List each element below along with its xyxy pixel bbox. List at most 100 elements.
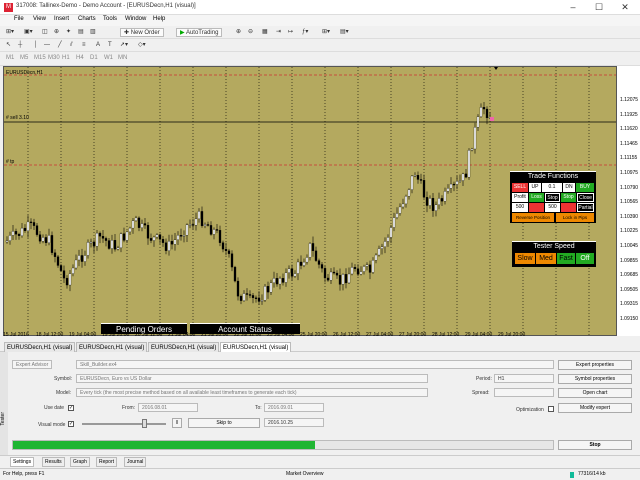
value-2-field[interactable]: 0 bbox=[561, 203, 576, 212]
spread-select[interactable] bbox=[494, 388, 554, 397]
speed-off-button[interactable]: Off bbox=[576, 253, 594, 264]
use-date-checkbox[interactable]: ✓ bbox=[68, 405, 74, 411]
trendline-icon[interactable]: ╱ bbox=[58, 41, 62, 50]
period-select[interactable]: H1 bbox=[494, 374, 554, 383]
expert-select[interactable]: Skill_Builder.ex4 bbox=[76, 360, 554, 369]
text-icon[interactable]: A bbox=[96, 41, 100, 50]
tab-graph[interactable]: Graph bbox=[70, 457, 90, 467]
value-field[interactable]: 500 bbox=[545, 203, 560, 212]
tab-results[interactable]: Results bbox=[42, 457, 65, 467]
profiles-icon[interactable]: ▣▾ bbox=[24, 28, 33, 37]
period-icon[interactable]: ⊞▾ bbox=[322, 28, 330, 37]
new-order-button[interactable]: ✚ New Order bbox=[120, 28, 164, 37]
horizontal-line-icon[interactable]: ― bbox=[44, 41, 50, 50]
navigator-icon[interactable]: ✦ bbox=[66, 28, 71, 37]
tab-settings[interactable]: Settings bbox=[10, 457, 35, 467]
menu-tools[interactable]: Tools bbox=[103, 16, 117, 22]
minimize-button[interactable]: – bbox=[560, 0, 586, 15]
chart-tabs: EURUSDecn,H1 (visual) EURUSDecn,H1 (visu… bbox=[0, 341, 640, 352]
speed-slider-handle[interactable] bbox=[142, 419, 147, 428]
lot-up-button[interactable]: UP bbox=[529, 183, 541, 192]
reverse-position-button[interactable]: Reverse Position bbox=[512, 213, 554, 222]
speed-fast-button[interactable]: Fast bbox=[557, 253, 575, 264]
chart-shift-icon[interactable]: ⇥ bbox=[276, 28, 281, 37]
menu-charts[interactable]: Charts bbox=[78, 16, 96, 22]
timeframe-h1[interactable]: H1 bbox=[62, 54, 70, 63]
pause-button[interactable]: ‖ bbox=[172, 418, 182, 428]
tab-report[interactable]: Report bbox=[96, 457, 118, 467]
vertical-line-icon[interactable]: │ bbox=[34, 41, 38, 50]
chart-tab-2[interactable]: EURUSDecn,H1 (visual) bbox=[76, 342, 148, 352]
timeframe-mn[interactable]: MN bbox=[118, 54, 127, 63]
shapes-icon[interactable]: ◇▾ bbox=[138, 41, 146, 50]
chart-tab-4[interactable]: EURUSDecn,H1 (visual) bbox=[220, 342, 292, 352]
speed-slider-track[interactable] bbox=[82, 423, 166, 425]
speed-med-button[interactable]: Med bbox=[536, 253, 556, 264]
symbol-properties-button[interactable]: Symbol properties bbox=[558, 374, 632, 384]
menu-window[interactable]: Window bbox=[125, 16, 146, 22]
price-chart[interactable]: EURUSDecn,H1 # sell 3.10 # tp Trade Func… bbox=[3, 66, 617, 336]
menu-file[interactable]: File bbox=[14, 16, 24, 22]
templates-icon[interactable]: ▤▾ bbox=[340, 28, 349, 37]
menu-help[interactable]: Help bbox=[153, 16, 165, 22]
cursor-icon[interactable]: ↖ bbox=[6, 41, 11, 50]
label-icon[interactable]: T bbox=[108, 41, 112, 50]
to-date-field[interactable]: 2016.09.01 bbox=[264, 403, 324, 412]
test-type-select[interactable]: Expert Advisor bbox=[12, 360, 52, 369]
from-date-field[interactable]: 2016.08.01 bbox=[138, 403, 198, 412]
close-button[interactable]: ✕ bbox=[612, 0, 638, 15]
optimization-checkbox[interactable] bbox=[548, 406, 554, 412]
sell-button[interactable]: SELL bbox=[512, 183, 528, 192]
maximize-button[interactable]: ☐ bbox=[586, 0, 612, 15]
stop-2-button[interactable]: Stop bbox=[561, 193, 576, 202]
fibonacci-icon[interactable]: ≡ bbox=[82, 41, 86, 50]
menu-insert[interactable]: Insert bbox=[54, 16, 69, 22]
stop-button-tester[interactable]: Stop bbox=[558, 440, 632, 450]
timeframe-m15[interactable]: M15 bbox=[34, 54, 46, 63]
stop-button[interactable]: Stop bbox=[545, 193, 560, 202]
visual-mode-checkbox[interactable]: ✓ bbox=[68, 421, 74, 427]
lock-in-pips-button[interactable]: Lock in Pips bbox=[556, 213, 594, 222]
zoom-in-icon[interactable]: ⊕ bbox=[236, 28, 241, 37]
autotrading-button[interactable]: ▶ AutoTrading bbox=[176, 28, 223, 37]
timeframe-h4[interactable]: H4 bbox=[76, 54, 84, 63]
new-chart-icon[interactable]: ⊞▾ bbox=[6, 28, 14, 37]
indicators-icon[interactable]: ƒ▾ bbox=[302, 28, 308, 37]
expert-properties-button[interactable]: Expert properties bbox=[558, 360, 632, 370]
model-select[interactable]: Every tick (the most precise method base… bbox=[76, 388, 428, 397]
symbol-select[interactable]: EURUSDecn, Euro vs US Dollar bbox=[76, 374, 428, 383]
data-window-icon[interactable]: ⊕ bbox=[54, 28, 59, 37]
tab-journal[interactable]: Journal bbox=[124, 457, 147, 467]
sl-value-field[interactable]: 0 bbox=[529, 203, 544, 212]
buy-button[interactable]: BUY bbox=[576, 183, 594, 192]
timeframe-m30[interactable]: M30 bbox=[48, 54, 60, 63]
channel-icon[interactable]: ⫽ bbox=[70, 41, 73, 50]
skip-to-date-field[interactable]: 2016.10.25 bbox=[264, 418, 324, 427]
close-position-button[interactable]: Close bbox=[577, 193, 594, 202]
autoscroll-icon[interactable]: ↦ bbox=[288, 28, 293, 37]
arrows-icon[interactable]: ➚▾ bbox=[120, 41, 128, 50]
test-progress-fill bbox=[13, 441, 316, 449]
tile-windows-icon[interactable]: ▦ bbox=[262, 28, 268, 37]
loss-button[interactable]: Loss bbox=[529, 193, 544, 202]
chart-tab-1[interactable]: EURUSDecn,H1 (visual) bbox=[4, 342, 76, 352]
lot-size-field[interactable]: 0.1 bbox=[542, 183, 562, 192]
open-chart-button[interactable]: Open chart bbox=[558, 388, 632, 398]
menu-view[interactable]: View bbox=[33, 16, 46, 22]
modify-expert-button[interactable]: Modify expert bbox=[558, 403, 632, 413]
timeframe-m5[interactable]: M5 bbox=[20, 54, 28, 63]
terminal-icon[interactable]: ▤ bbox=[78, 28, 84, 37]
lot-down-button[interactable]: DN bbox=[563, 183, 575, 192]
timeframe-m1[interactable]: M1 bbox=[6, 54, 14, 63]
timeframe-d1[interactable]: D1 bbox=[90, 54, 98, 63]
skip-to-button[interactable]: Skip to bbox=[188, 418, 260, 428]
partial-close-button[interactable]: Partial bbox=[577, 203, 594, 212]
speed-slow-button[interactable]: Slow bbox=[515, 253, 535, 264]
strategy-tester-icon[interactable]: ▥ bbox=[90, 28, 96, 37]
tp-value-field[interactable]: 500 bbox=[512, 203, 528, 212]
market-watch-icon[interactable]: ◫ bbox=[42, 28, 48, 37]
timeframe-w1[interactable]: W1 bbox=[104, 54, 113, 63]
chart-tab-3[interactable]: EURUSDecn,H1 (visual) bbox=[148, 342, 220, 352]
crosshair-icon[interactable]: ┼ bbox=[18, 41, 22, 50]
zoom-out-icon[interactable]: ⊖ bbox=[248, 28, 253, 37]
